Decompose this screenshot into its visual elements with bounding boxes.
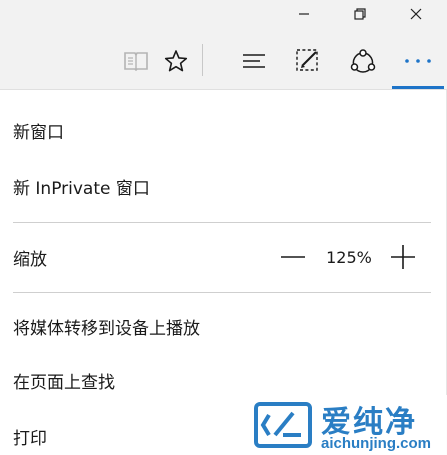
reading-view-icon: [124, 52, 148, 72]
minimize-icon: [299, 13, 309, 15]
toolbar-divider: [202, 44, 203, 76]
zoom-value: 125%: [326, 247, 372, 267]
restore-button[interactable]: [340, 0, 380, 28]
more-icon: [405, 59, 431, 63]
title-bar: [0, 0, 447, 32]
more-actions-button[interactable]: [392, 40, 444, 82]
web-note-button[interactable]: [288, 40, 328, 82]
watermark: 爱纯净 aichunjing.com: [247, 395, 447, 455]
browser-toolbar: [0, 32, 447, 90]
menu-item-cast-media[interactable]: 将媒体转移到设备上播放: [0, 300, 447, 352]
favorite-star-icon: [164, 50, 188, 72]
restore-icon: [354, 8, 366, 20]
menu-item-label: 新窗口: [13, 122, 64, 143]
zoom-row: 缩放 125%: [0, 229, 447, 285]
plus-icon: [391, 245, 415, 269]
close-icon: [410, 8, 422, 20]
zoom-label: 缩放: [13, 249, 47, 270]
minimize-button[interactable]: [284, 0, 324, 28]
menu-item-new-inprivate-window[interactable]: 新 InPrivate 窗口: [0, 160, 447, 212]
menu-divider: [13, 292, 431, 293]
favorite-button[interactable]: [156, 40, 196, 82]
menu-divider: [13, 222, 431, 223]
share-button[interactable]: [343, 40, 383, 82]
reading-view-button[interactable]: [116, 40, 156, 82]
close-button[interactable]: [396, 0, 436, 28]
active-tab-underline: [392, 86, 444, 89]
zoom-in-button[interactable]: [386, 237, 420, 277]
menu-item-label: 将媒体转移到设备上播放: [13, 318, 200, 339]
menu-item-new-window[interactable]: 新窗口: [0, 104, 447, 156]
hub-button[interactable]: [234, 40, 274, 82]
watermark-url: aichunjing.com: [321, 435, 432, 452]
web-note-icon: [296, 49, 318, 71]
minus-icon: [281, 256, 305, 258]
zoom-out-button[interactable]: [276, 237, 310, 277]
menu-item-label: 新 InPrivate 窗口: [13, 178, 150, 199]
watermark-logo-icon: [254, 402, 312, 448]
menu-item-label: 打印: [13, 428, 47, 449]
share-icon: [350, 49, 376, 73]
hub-icon: [243, 54, 265, 68]
menu-item-label: 在页面上查找: [13, 372, 115, 393]
